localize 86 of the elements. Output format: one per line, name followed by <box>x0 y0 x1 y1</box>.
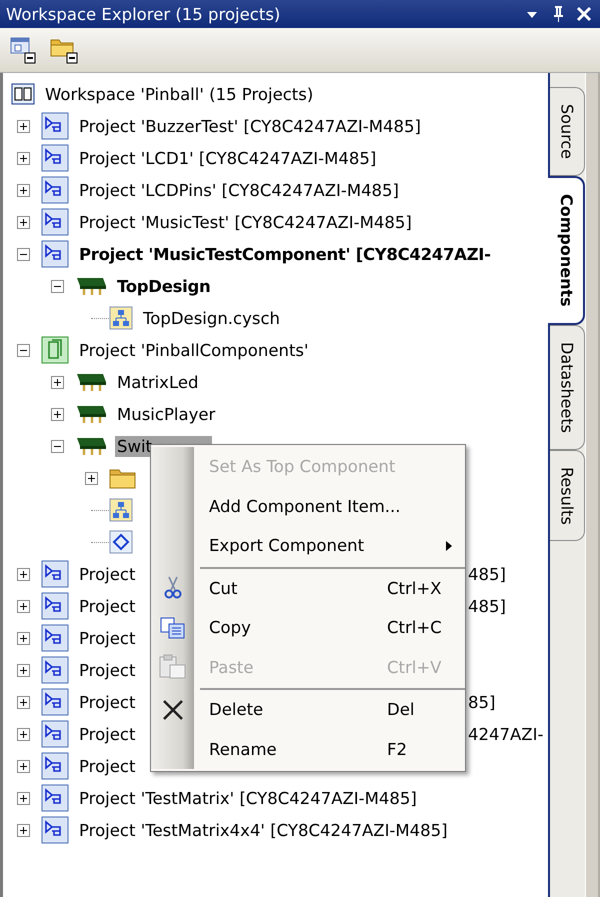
tree-item[interactable]: TopDesign <box>115 276 212 296</box>
expand-icon[interactable] <box>17 600 30 612</box>
collapse-windows-icon[interactable] <box>10 36 38 64</box>
project-icon <box>41 752 69 780</box>
side-tab[interactable]: Results <box>550 450 585 542</box>
tree-item[interactable]: Project <box>77 596 138 616</box>
expand-icon[interactable] <box>17 152 30 164</box>
tree-item[interactable]: Project <box>77 692 138 712</box>
side-tab[interactable]: Datasheets <box>550 324 585 450</box>
expand-icon[interactable] <box>17 824 30 836</box>
scissors-icon <box>164 576 182 600</box>
collapse-icon[interactable] <box>51 440 64 452</box>
project-icon <box>41 176 69 204</box>
menu-item[interactable]: Add Component Item... <box>151 486 465 526</box>
project-icon <box>41 560 69 588</box>
tree-item[interactable]: Project 'MusicTest' [CY8C4247AZI-M485] <box>77 212 414 232</box>
tree-item[interactable]: Project 'PinballComponents' <box>77 340 311 360</box>
expand-icon[interactable] <box>17 696 30 708</box>
book-icon <box>11 83 35 105</box>
tree-item[interactable]: Project <box>77 628 138 648</box>
copy-icon <box>160 616 186 640</box>
panel-title: Workspace Explorer (15 projects) <box>6 4 282 24</box>
paste-icon <box>158 654 186 680</box>
project-icon <box>41 208 69 236</box>
tree-item[interactable]: Project <box>77 724 138 744</box>
tree-item[interactable]: MusicPlayer <box>115 404 218 424</box>
tree-item[interactable]: Project 'LCDPins' [CY8C4247AZI-M485] <box>77 180 401 200</box>
expand-icon[interactable] <box>17 184 30 196</box>
side-tab[interactable]: Components <box>548 176 585 325</box>
project-icon <box>41 688 69 716</box>
expand-icon[interactable] <box>17 216 30 228</box>
chip-icon <box>75 403 107 425</box>
expand-icon[interactable] <box>51 376 64 388</box>
project-icon <box>41 816 69 844</box>
tree-item[interactable]: Project 'TestMatrix' [CY8C4247AZI-M485] <box>77 788 419 808</box>
schematic-icon <box>109 498 133 522</box>
expand-icon[interactable] <box>17 632 30 644</box>
tree-item[interactable]: Project <box>77 660 138 680</box>
tree-item-text: 85] <box>468 692 496 712</box>
chip-icon <box>75 275 107 297</box>
project-icon <box>41 656 69 684</box>
expand-icon[interactable] <box>17 120 30 132</box>
collapse-icon[interactable] <box>17 344 30 356</box>
tree-item[interactable]: TopDesign.cysch <box>141 308 282 328</box>
chip-icon <box>75 371 107 393</box>
symbol-icon <box>109 530 133 554</box>
project-icon <box>41 112 69 140</box>
expand-icon[interactable] <box>51 408 64 420</box>
tree-item-text: 4247AZI- <box>468 724 544 744</box>
menu-item[interactable]: Rename F2 <box>151 730 465 769</box>
close-icon[interactable] <box>576 6 592 22</box>
menu-item[interactable]: Export Component <box>151 526 465 566</box>
expand-icon[interactable] <box>17 792 30 804</box>
tree-item-text: 485] <box>468 564 507 584</box>
menu-item[interactable]: Cut Ctrl+X <box>151 568 465 608</box>
expand-icon[interactable] <box>17 568 30 580</box>
tree-item[interactable]: Project <box>77 756 138 776</box>
expand-icon[interactable] <box>17 728 30 740</box>
tree-item-text: 485] <box>468 596 507 616</box>
library-icon <box>41 336 69 364</box>
expand-icon[interactable] <box>85 472 98 484</box>
submenu-arrow-icon <box>445 540 453 552</box>
project-icon <box>41 784 69 812</box>
tree-item[interactable]: Workspace 'Pinball' (15 Projects) <box>43 84 316 104</box>
tree-item[interactable]: Project <box>77 564 138 584</box>
menu-item[interactable]: Delete Del <box>151 690 465 730</box>
project-icon <box>41 624 69 652</box>
project-icon <box>41 240 69 268</box>
schematic-icon <box>109 306 133 330</box>
expand-icon[interactable] <box>17 760 30 772</box>
collapse-icon[interactable] <box>17 248 30 260</box>
project-icon <box>41 592 69 620</box>
collapse-icon[interactable] <box>51 280 64 292</box>
chip-icon <box>75 435 107 457</box>
project-icon <box>41 144 69 172</box>
folder-icon <box>109 467 137 489</box>
expand-icon[interactable] <box>17 664 30 676</box>
tree-item[interactable]: MatrixLed <box>115 372 200 392</box>
menu-item[interactable]: Copy Ctrl+C <box>151 608 465 648</box>
tree-item[interactable]: Project 'MusicTestComponent' [CY8C4247AZI- <box>77 244 493 264</box>
delete-icon <box>160 698 184 722</box>
tree-item[interactable]: Project 'TestMatrix4x4' [CY8C4247AZI-M485] <box>77 820 450 840</box>
tree-item[interactable]: Project 'LCD1' [CY8C4247AZI-M485] <box>77 148 378 168</box>
tree-item[interactable]: Project 'BuzzerTest' [CY8C4247AZI-M485] <box>77 116 423 136</box>
side-tab[interactable]: Source <box>550 87 585 176</box>
project-icon <box>41 720 69 748</box>
